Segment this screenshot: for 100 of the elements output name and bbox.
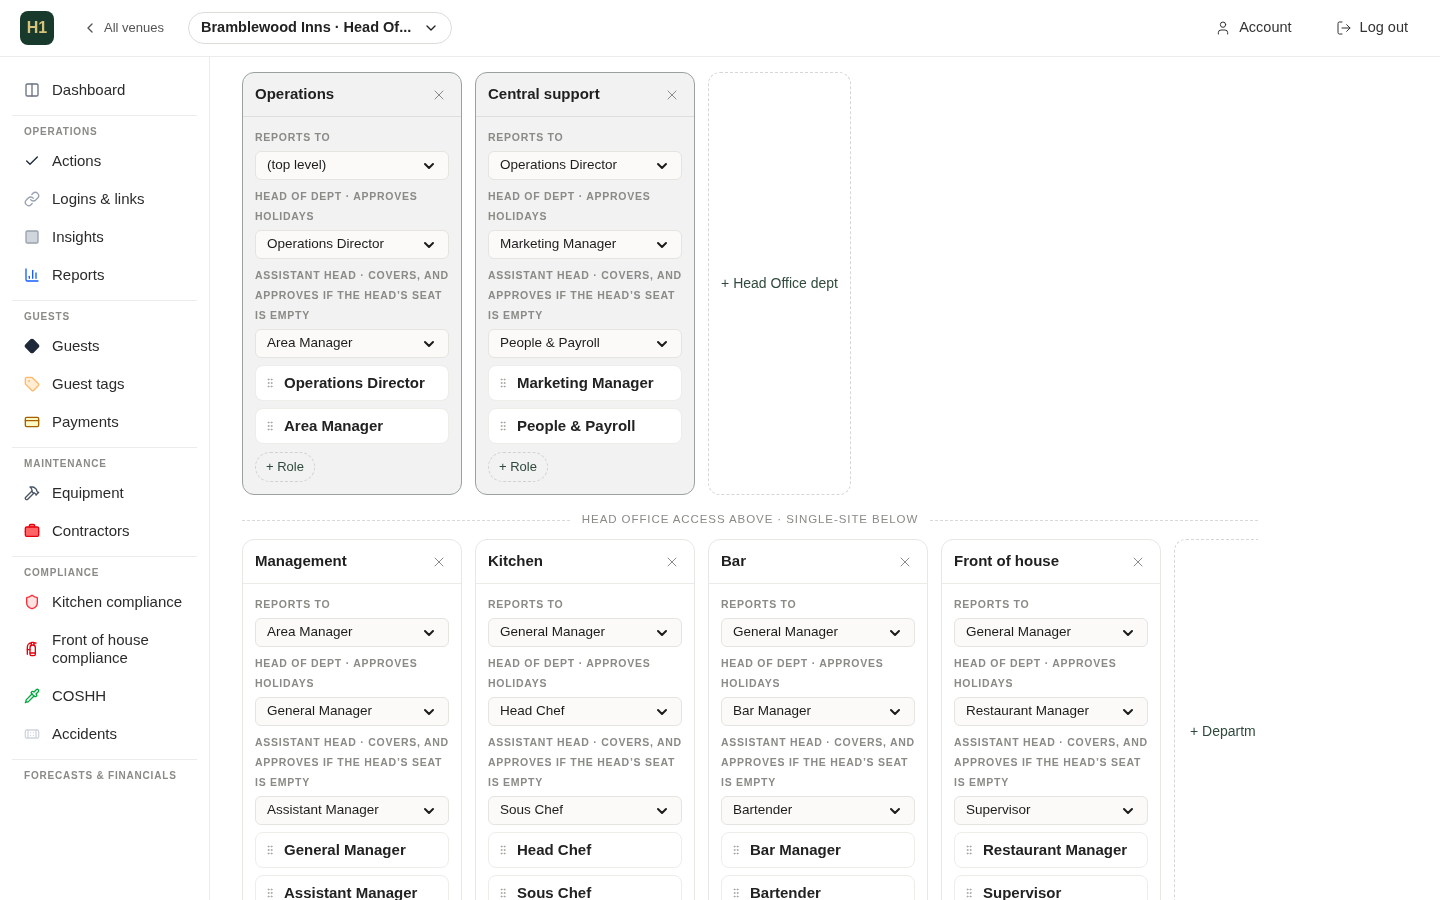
account-button[interactable]: Account bbox=[1215, 17, 1292, 39]
department-title: Operations bbox=[255, 84, 335, 105]
field-label: REPORTS TO bbox=[721, 597, 798, 612]
department-title: Central support bbox=[488, 84, 600, 105]
drag-handle-icon bbox=[497, 377, 509, 389]
field-label: HEAD OF DEPT · APPROVES HOLIDAYS bbox=[721, 656, 885, 691]
select-field[interactable]: Restaurant Manager bbox=[954, 697, 1148, 726]
select-field[interactable]: Sous Chef bbox=[488, 796, 682, 825]
role-item[interactable]: Head Chef bbox=[488, 832, 682, 868]
logo[interactable]: H1 bbox=[20, 11, 54, 45]
drag-handle-icon bbox=[264, 377, 276, 389]
field-label: REPORTS TO bbox=[255, 597, 332, 612]
select-field[interactable]: Head Chef bbox=[488, 697, 682, 726]
tools-icon bbox=[24, 485, 40, 501]
drag-handle-icon bbox=[264, 887, 276, 899]
sidebar-section-title: FORECASTS & FINANCIALS bbox=[23, 769, 178, 783]
field-label: ASSISTANT HEAD · COVERS, AND APPROVES IF THE HEAD’S SEAT IS EMPTY bbox=[255, 268, 449, 323]
role-item[interactable]: Area Manager bbox=[255, 408, 449, 444]
field-label: ASSISTANT HEAD · COVERS, AND APPROVES IF THE HEAD’S SEAT IS EMPTY bbox=[954, 735, 1148, 790]
role-item[interactable]: Operations Director bbox=[255, 365, 449, 401]
drag-handle-icon bbox=[730, 844, 742, 856]
field-label: ASSISTANT HEAD · COVERS, AND APPROVES IF THE HEAD’S SEAT IS EMPTY bbox=[255, 735, 449, 790]
sidebar-item[interactable]: Kitchen compliance bbox=[12, 583, 197, 621]
department-title: Kitchen bbox=[488, 551, 543, 572]
field-label: HEAD OF DEPT · APPROVES HOLIDAYS bbox=[954, 656, 1118, 691]
logout-button[interactable]: Log out bbox=[1335, 17, 1408, 39]
bandage-icon bbox=[24, 726, 40, 742]
sidebar-item[interactable]: Guests bbox=[12, 327, 197, 365]
role-item[interactable]: General Manager bbox=[255, 832, 449, 868]
shield-icon bbox=[24, 594, 40, 610]
sidebar-item[interactable]: Insights bbox=[12, 218, 197, 256]
drag-handle-icon bbox=[497, 887, 509, 899]
field-label: HEAD OF DEPT · APPROVES HOLIDAYS bbox=[488, 189, 652, 224]
add-department-button[interactable]: + Head Office dept bbox=[708, 72, 851, 495]
back-link[interactable]: All venues bbox=[82, 18, 164, 38]
select-field[interactable]: General Manager bbox=[488, 618, 682, 647]
select-field[interactable]: General Manager bbox=[954, 618, 1148, 647]
department-title: Bar bbox=[721, 551, 746, 572]
sidebar-section-title: MAINTENANCE bbox=[23, 457, 108, 471]
toolbox-icon bbox=[24, 523, 40, 539]
sidebar-section-title: GUESTS bbox=[23, 310, 71, 324]
select-field[interactable]: General Manager bbox=[255, 697, 449, 726]
field-label: REPORTS TO bbox=[488, 130, 565, 145]
section-divider-label: HEAD OFFICE ACCESS ABOVE · SINGLE-SITE BELOW bbox=[581, 512, 919, 528]
drag-handle-icon bbox=[264, 420, 276, 432]
sidebar-item[interactable]: Reports bbox=[12, 256, 197, 294]
bar-chart-icon bbox=[24, 267, 40, 283]
drag-handle-icon bbox=[963, 887, 975, 899]
department-title: Front of house bbox=[954, 551, 1059, 572]
sidebar-item[interactable]: Front of house compliance bbox=[12, 621, 197, 677]
sidebar-section-title: COMPLIANCE bbox=[23, 566, 101, 580]
sidebar-item[interactable]: Dashboard bbox=[12, 71, 197, 109]
sidebar-item[interactable]: Accidents bbox=[12, 715, 197, 753]
role-item[interactable]: Sous Chef bbox=[488, 875, 682, 900]
field-label: ASSISTANT HEAD · COVERS, AND APPROVES IF THE HEAD’S SEAT IS EMPTY bbox=[488, 268, 682, 323]
logout-icon bbox=[1335, 20, 1352, 36]
sidebar-item[interactable]: COSHH bbox=[12, 677, 197, 715]
sidebar-item[interactable]: Logins & links bbox=[12, 180, 197, 218]
role-item[interactable]: People & Payroll bbox=[488, 408, 682, 444]
sidebar-item[interactable]: Contractors bbox=[12, 512, 197, 550]
sidebar-item[interactable]: Payments bbox=[12, 403, 197, 441]
select-field[interactable]: Bar Manager bbox=[721, 697, 915, 726]
field-label: HEAD OF DEPT · APPROVES HOLIDAYS bbox=[255, 189, 419, 224]
select-field[interactable]: General Manager bbox=[721, 618, 915, 647]
select-field[interactable]: Assistant Manager bbox=[255, 796, 449, 825]
field-label: HEAD OF DEPT · APPROVES HOLIDAYS bbox=[488, 656, 652, 691]
select-field[interactable]: Operations Director bbox=[255, 230, 449, 259]
select-field[interactable]: (top level) bbox=[255, 151, 449, 180]
sidebar-item[interactable]: Equipment bbox=[12, 474, 197, 512]
role-item[interactable]: Bar Manager bbox=[721, 832, 915, 868]
drag-handle-icon bbox=[497, 844, 509, 856]
field-label: REPORTS TO bbox=[954, 597, 1031, 612]
columns-icon bbox=[24, 82, 40, 98]
drag-handle-icon bbox=[497, 420, 509, 432]
select-field[interactable]: Area Manager bbox=[255, 329, 449, 358]
drag-handle-icon bbox=[730, 887, 742, 899]
select-field[interactable]: Bartender bbox=[721, 796, 915, 825]
square-icon bbox=[24, 229, 40, 245]
select-field[interactable]: Marketing Manager bbox=[488, 230, 682, 259]
field-label: HEAD OF DEPT · APPROVES HOLIDAYS bbox=[255, 656, 419, 691]
role-item[interactable]: Bartender bbox=[721, 875, 915, 900]
select-field[interactable]: Area Manager bbox=[255, 618, 449, 647]
select-field[interactable]: Supervisor bbox=[954, 796, 1148, 825]
drag-handle-icon bbox=[264, 844, 276, 856]
select-field[interactable]: People & Payroll bbox=[488, 329, 682, 358]
field-label: REPORTS TO bbox=[255, 130, 332, 145]
sidebar-item[interactable]: Actions bbox=[12, 142, 197, 180]
tag-icon bbox=[24, 376, 40, 392]
select-field[interactable]: Operations Director bbox=[488, 151, 682, 180]
role-item[interactable]: Restaurant Manager bbox=[954, 832, 1148, 868]
sidebar-section-title: OPERATIONS bbox=[23, 125, 99, 139]
add-department-button[interactable]: + Departm bbox=[1174, 539, 1258, 900]
diamond-icon bbox=[24, 338, 40, 354]
department-title: Management bbox=[255, 551, 347, 572]
field-label: ASSISTANT HEAD · COVERS, AND APPROVES IF THE HEAD’S SEAT IS EMPTY bbox=[488, 735, 682, 790]
role-item[interactable]: Supervisor bbox=[954, 875, 1148, 900]
role-item[interactable]: Marketing Manager bbox=[488, 365, 682, 401]
field-label: ASSISTANT HEAD · COVERS, AND APPROVES IF THE HEAD’S SEAT IS EMPTY bbox=[721, 735, 915, 790]
drag-handle-icon bbox=[963, 844, 975, 856]
sidebar-item[interactable]: Guest tags bbox=[12, 365, 197, 403]
